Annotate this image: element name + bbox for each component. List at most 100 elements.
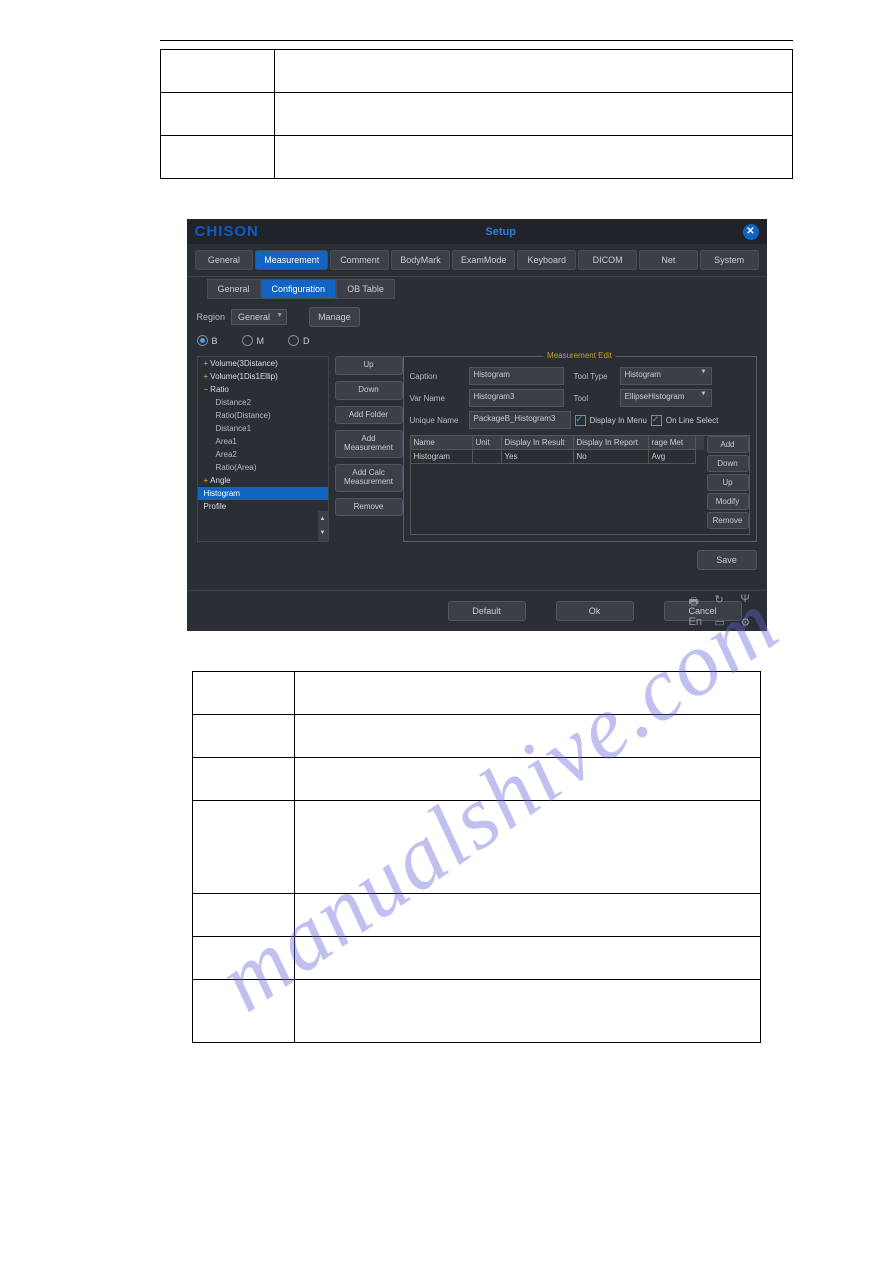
subtab-configuration[interactable]: Configuration — [261, 279, 337, 299]
tree-item[interactable]: −Ratio — [198, 383, 328, 396]
tooltype-select[interactable]: Histogram — [620, 367, 712, 385]
remove-button[interactable]: Remove — [335, 498, 403, 517]
radio-d-label: D — [303, 336, 310, 346]
display-in-menu-label: Display In Menu — [590, 416, 647, 425]
online-select-checkbox[interactable] — [651, 415, 662, 426]
radio-icon — [288, 335, 299, 346]
dialog-footer: Default Ok Cancel 🖶 ↻ Ψ En ▭ ⚙ — [187, 590, 767, 631]
radio-d[interactable]: D — [288, 335, 310, 346]
tree-scrollbar[interactable]: ▲▼ — [318, 511, 328, 541]
tree-item[interactable]: +Volume(1Dis1Ellip) — [198, 370, 328, 383]
expand-icon[interactable]: + — [204, 359, 209, 368]
uniquename-label: Unique Name — [410, 416, 465, 425]
window-title: Setup — [259, 226, 743, 238]
language-indicator[interactable]: En — [689, 616, 705, 629]
footer-status-icons: 🖶 ↻ Ψ En ▭ ⚙ — [689, 593, 757, 629]
measurement-tree[interactable]: +Volume(3Distance) +Volume(1Dis1Ellip) −… — [197, 356, 329, 542]
tooltype-label: Tool Type — [574, 372, 616, 381]
varname-label: Var Name — [410, 394, 465, 403]
tab-exammode[interactable]: ExamMode — [452, 250, 516, 270]
subtab-obtable[interactable]: OB Table — [336, 279, 395, 299]
col-display-report: Display In Report — [574, 436, 649, 450]
col-unit: Unit — [473, 436, 502, 450]
radio-b[interactable]: B — [197, 335, 218, 346]
add-calc-measurement-button[interactable]: Add Calc Measurement — [335, 464, 403, 492]
up-button[interactable]: Up — [335, 356, 403, 375]
tab-net[interactable]: Net — [639, 250, 698, 270]
uniquename-input[interactable]: PackageB_Histogram3 — [469, 411, 571, 429]
results-table: Name Unit Display In Result Display In R… — [410, 435, 750, 535]
table-row[interactable]: Histogram Yes No Avg — [411, 450, 704, 464]
tree-item[interactable]: Ratio(Distance) — [198, 409, 328, 422]
display-in-menu-checkbox[interactable] — [575, 415, 586, 426]
mic-icon[interactable]: ⚙ — [741, 616, 757, 629]
mt-down-button[interactable]: Down — [707, 455, 749, 472]
table-action-buttons: Add Down Up Modify Remove — [704, 436, 749, 534]
edit-panel-title: Measurement Edit — [543, 351, 616, 360]
caption-input[interactable]: Histogram — [469, 367, 564, 385]
mt-add-button[interactable]: Add — [707, 436, 749, 453]
save-button[interactable]: Save — [697, 550, 757, 570]
region-select[interactable]: General — [231, 309, 287, 325]
tool-label: Tool — [574, 394, 616, 403]
add-folder-button[interactable]: Add Folder — [335, 406, 403, 425]
tab-dicom[interactable]: DICOM — [578, 250, 637, 270]
mt-up-button[interactable]: Up — [707, 474, 749, 491]
sub-tab-bar: General Configuration OB Table — [197, 277, 757, 307]
tab-system[interactable]: System — [700, 250, 759, 270]
add-measurement-button[interactable]: Add Measurement — [335, 430, 403, 458]
down-button[interactable]: Down — [335, 381, 403, 400]
tree-item[interactable]: Area1 — [198, 435, 328, 448]
measurement-edit-panel: Measurement Edit Caption Histogram Tool … — [403, 356, 757, 542]
tab-keyboard[interactable]: Keyboard — [517, 250, 576, 270]
printer-icon[interactable]: 🖶 — [689, 593, 705, 612]
doc-table-2 — [192, 671, 762, 1043]
main-tab-bar: General Measurement Comment BodyMark Exa… — [187, 244, 767, 277]
doc-table-1 — [160, 49, 793, 179]
expand-icon[interactable]: + — [204, 476, 209, 485]
document-page: CHISON Setup ✕ General Measurement Comme… — [0, 0, 893, 1123]
collapse-icon[interactable]: − — [204, 385, 209, 394]
col-rage-met: rage Met — [649, 436, 696, 450]
tree-item[interactable]: Ratio(Area) — [198, 461, 328, 474]
brand-logo: CHISON — [195, 223, 259, 240]
scroll-down-icon[interactable]: ▼ — [320, 526, 326, 540]
online-select-label: On Line Select — [666, 416, 718, 425]
tab-comment[interactable]: Comment — [330, 250, 389, 270]
col-name: Name — [411, 436, 473, 450]
mt-remove-button[interactable]: Remove — [707, 512, 749, 529]
setup-window: CHISON Setup ✕ General Measurement Comme… — [187, 219, 767, 631]
caption-label: Caption — [410, 372, 465, 381]
manage-button[interactable]: Manage — [309, 307, 360, 327]
radio-icon — [197, 335, 208, 346]
varname-input[interactable]: Histogram3 — [469, 389, 564, 407]
col-display-result: Display In Result — [502, 436, 574, 450]
usb-icon[interactable]: Ψ — [741, 593, 757, 612]
tree-item[interactable]: Area2 — [198, 448, 328, 461]
table-header-row: Name Unit Display In Result Display In R… — [411, 436, 704, 450]
monitor-icon[interactable]: ▭ — [715, 616, 731, 629]
tree-item[interactable]: +Volume(3Distance) — [198, 357, 328, 370]
tab-bodymark[interactable]: BodyMark — [391, 250, 450, 270]
radio-icon — [242, 335, 253, 346]
radio-m[interactable]: M — [242, 335, 265, 346]
close-icon[interactable]: ✕ — [743, 224, 759, 240]
region-label: Region — [197, 312, 226, 322]
tree-item[interactable]: Distance1 — [198, 422, 328, 435]
ok-button[interactable]: Ok — [556, 601, 634, 621]
scroll-up-icon[interactable]: ▲ — [320, 512, 326, 526]
tab-measurement[interactable]: Measurement — [255, 250, 328, 270]
tab-general[interactable]: General — [195, 250, 254, 270]
tool-select[interactable]: EllipseHistogram — [620, 389, 712, 407]
tree-item-histogram[interactable]: Histogram — [198, 487, 328, 500]
top-divider — [160, 40, 793, 41]
tree-item[interactable]: Profile — [198, 500, 328, 513]
mt-modify-button[interactable]: Modify — [707, 493, 749, 510]
tree-item[interactable]: Distance2 — [198, 396, 328, 409]
default-button[interactable]: Default — [448, 601, 526, 621]
network-icon[interactable]: ↻ — [715, 593, 731, 612]
subtab-general[interactable]: General — [207, 279, 261, 299]
tree-item[interactable]: +Angle — [198, 474, 328, 487]
tree-action-buttons: Up Down Add Folder Add Measurement Add C… — [335, 356, 397, 542]
expand-icon[interactable]: + — [204, 372, 209, 381]
